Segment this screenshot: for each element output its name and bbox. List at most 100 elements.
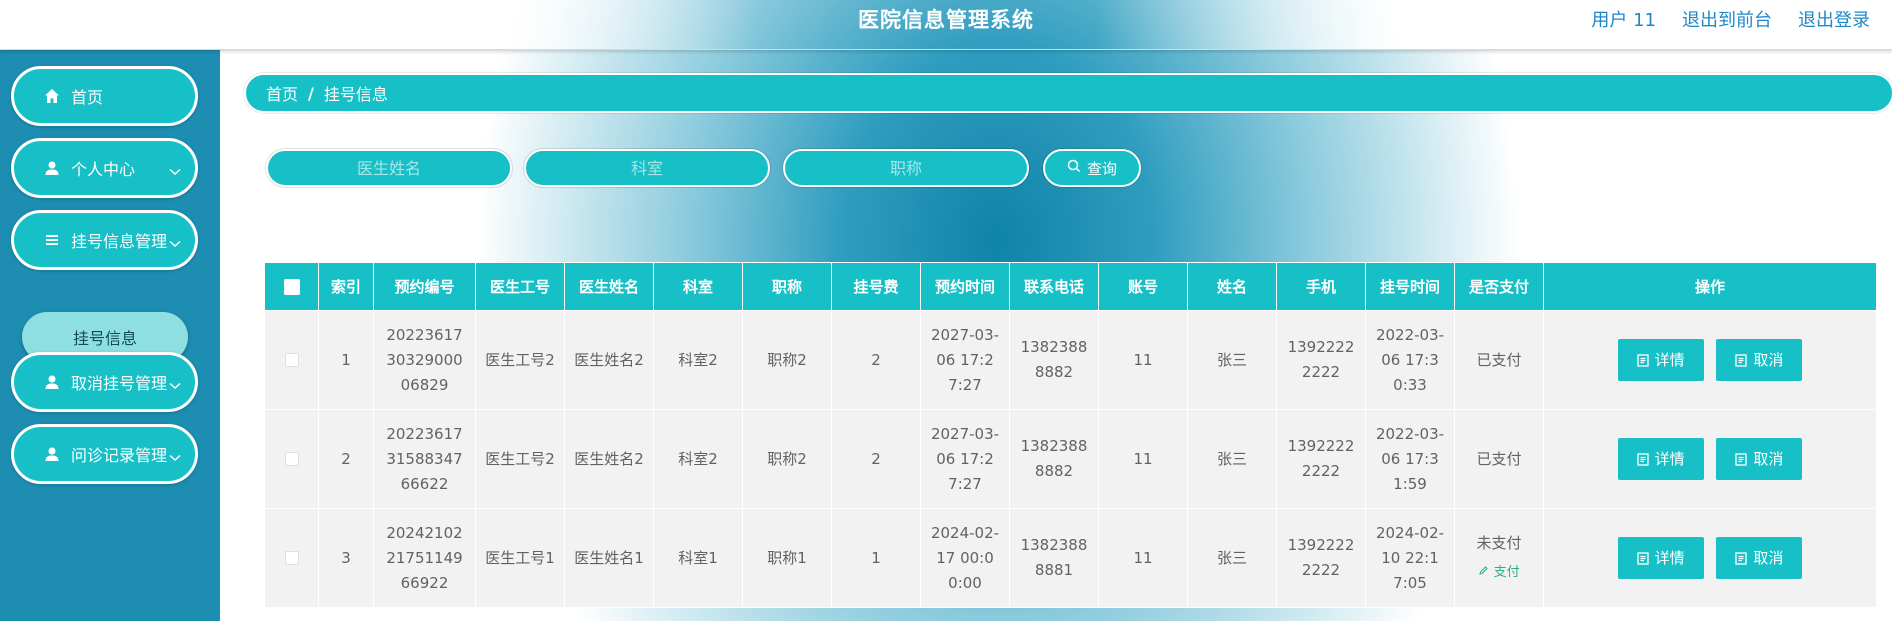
cell-title: 职称2 bbox=[742, 310, 832, 410]
breadcrumb-separator: / bbox=[308, 83, 314, 103]
cell-paid-status: 未支付 支付 bbox=[1454, 508, 1544, 608]
cell-booking-no: 202236173032900006829 bbox=[373, 310, 476, 410]
cell-contact-phone: 13823888882 bbox=[1009, 310, 1099, 410]
department-search-input[interactable] bbox=[524, 149, 770, 187]
sidebar-item-label: 问诊记录管理 bbox=[71, 446, 168, 465]
search-button-label: 查询 bbox=[1086, 159, 1117, 178]
select-all-checkbox[interactable] bbox=[283, 279, 300, 295]
cell-fee: 2 bbox=[831, 310, 921, 410]
cell-contact-phone: 13823888882 bbox=[1009, 409, 1099, 509]
sidebar-item-cancel-registration[interactable]: 取消挂号管理 bbox=[11, 352, 198, 412]
cell-fee: 1 bbox=[831, 508, 921, 608]
column-header-name: 姓名 bbox=[1187, 262, 1277, 311]
row-checkbox[interactable] bbox=[284, 452, 299, 466]
cancel-button[interactable]: 取消 bbox=[1716, 339, 1803, 381]
cell-name: 张三 bbox=[1187, 508, 1277, 608]
sidebar-item-consultation-records[interactable]: 问诊记录管理 bbox=[11, 424, 198, 484]
cell-paid-status: 已支付 bbox=[1454, 409, 1544, 509]
user-label[interactable]: 用户 11 bbox=[1591, 6, 1656, 32]
cell-name: 张三 bbox=[1187, 310, 1277, 410]
cell-index: 1 bbox=[318, 310, 374, 410]
detail-button[interactable]: 详情 bbox=[1617, 438, 1704, 480]
row-select-cell[interactable] bbox=[264, 310, 319, 410]
document-icon bbox=[1735, 452, 1748, 466]
cell-name: 张三 bbox=[1187, 409, 1277, 509]
sidebar: 首页 个人中心 挂号信息管理 挂号信息 取消挂号管理 问诊记录管理 bbox=[0, 50, 220, 621]
cancel-button[interactable]: 取消 bbox=[1716, 537, 1803, 579]
column-header-booking-no: 预约编号 bbox=[373, 262, 476, 311]
user-icon bbox=[43, 445, 61, 463]
row-select-cell[interactable] bbox=[264, 409, 319, 509]
cell-doctor-id: 医生工号2 bbox=[475, 409, 565, 509]
select-all-cell[interactable] bbox=[264, 262, 319, 311]
cancel-button[interactable]: 取消 bbox=[1716, 438, 1803, 480]
pay-link-label: 支付 bbox=[1493, 565, 1520, 580]
chevron-down-icon bbox=[169, 161, 181, 180]
column-header-doctor-name: 医生姓名 bbox=[564, 262, 654, 311]
home-icon bbox=[43, 87, 61, 105]
cell-registration-time: 2022-03-06 17:30:33 bbox=[1365, 310, 1455, 410]
cell-actions: 详情 取消 bbox=[1543, 409, 1877, 509]
search-button[interactable]: 查询 bbox=[1043, 149, 1141, 187]
sidebar-item-label: 首页 bbox=[71, 88, 104, 107]
title-search-input[interactable] bbox=[783, 149, 1029, 187]
row-select-cell[interactable] bbox=[264, 508, 319, 608]
pay-link[interactable]: 支付 bbox=[1463, 560, 1535, 585]
cell-mobile: 13922222222 bbox=[1276, 310, 1366, 410]
cell-appointment-time: 2027-03-06 17:27:27 bbox=[920, 310, 1010, 410]
sidebar-item-registration-management[interactable]: 挂号信息管理 bbox=[11, 210, 198, 270]
cell-doctor-name: 医生姓名2 bbox=[564, 409, 654, 509]
cell-appointment-time: 2024-02-17 00:00:00 bbox=[920, 508, 1010, 608]
logout-link[interactable]: 退出登录 bbox=[1798, 6, 1870, 32]
detail-button[interactable]: 详情 bbox=[1617, 537, 1704, 579]
paid-status-text: 已支付 bbox=[1476, 350, 1522, 369]
column-header-actions: 操作 bbox=[1543, 262, 1877, 311]
document-icon bbox=[1636, 452, 1649, 466]
document-icon bbox=[1735, 551, 1748, 565]
breadcrumb: 首页 / 挂号信息 bbox=[244, 73, 1892, 113]
row-checkbox[interactable] bbox=[284, 551, 299, 565]
doctor-name-search-input[interactable] bbox=[266, 149, 512, 187]
column-header-fee: 挂号费 bbox=[831, 262, 921, 311]
breadcrumb-current: 挂号信息 bbox=[323, 85, 388, 104]
detail-button[interactable]: 详情 bbox=[1617, 339, 1704, 381]
cell-mobile: 13922222222 bbox=[1276, 409, 1366, 509]
cell-department: 科室2 bbox=[653, 310, 743, 410]
chevron-down-icon bbox=[169, 447, 181, 466]
row-checkbox[interactable] bbox=[284, 353, 299, 367]
table-row: 1 202236173032900006829 医生工号2 医生姓名2 科室2 … bbox=[264, 310, 1877, 410]
sidebar-item-home[interactable]: 首页 bbox=[11, 66, 198, 126]
breadcrumb-home[interactable]: 首页 bbox=[266, 81, 298, 105]
cell-title: 职称2 bbox=[742, 409, 832, 509]
cell-title: 职称1 bbox=[742, 508, 832, 608]
cell-department: 科室1 bbox=[653, 508, 743, 608]
paid-status-text: 已支付 bbox=[1476, 449, 1522, 468]
column-header-account: 账号 bbox=[1098, 262, 1188, 311]
sidebar-item-label: 个人中心 bbox=[71, 160, 136, 179]
column-header-department: 科室 bbox=[653, 262, 743, 311]
cell-actions: 详情 取消 bbox=[1543, 310, 1877, 410]
chevron-down-icon bbox=[169, 233, 181, 252]
cell-doctor-name: 医生姓名2 bbox=[564, 310, 654, 410]
document-icon bbox=[1636, 551, 1649, 565]
back-to-front-link[interactable]: 退出到前台 bbox=[1682, 6, 1772, 32]
cell-index: 2 bbox=[318, 409, 374, 509]
document-icon bbox=[1636, 353, 1649, 367]
column-header-contact-phone: 联系电话 bbox=[1009, 262, 1099, 311]
sidebar-item-label: 取消挂号管理 bbox=[71, 374, 168, 393]
column-header-appointment-time: 预约时间 bbox=[920, 262, 1010, 311]
detail-button-label: 详情 bbox=[1654, 350, 1685, 369]
table-row: 2 202236173158834766622 医生工号2 医生姓名2 科室2 … bbox=[264, 409, 1877, 509]
column-header-doctor-id: 医生工号 bbox=[475, 262, 565, 311]
sidebar-item-label: 挂号信息管理 bbox=[71, 232, 168, 251]
cell-registration-time: 2022-03-06 17:31:59 bbox=[1365, 409, 1455, 509]
search-icon bbox=[1067, 159, 1081, 177]
cell-fee: 2 bbox=[831, 409, 921, 509]
cell-registration-time: 2024-02-10 22:17:05 bbox=[1365, 508, 1455, 608]
cell-doctor-id: 医生工号1 bbox=[475, 508, 565, 608]
column-header-paid: 是否支付 bbox=[1454, 262, 1544, 311]
sidebar-item-personal-center[interactable]: 个人中心 bbox=[11, 138, 198, 198]
cancel-button-label: 取消 bbox=[1753, 350, 1784, 369]
cell-appointment-time: 2027-03-06 17:27:27 bbox=[920, 409, 1010, 509]
paid-status-text: 未支付 bbox=[1476, 534, 1522, 552]
